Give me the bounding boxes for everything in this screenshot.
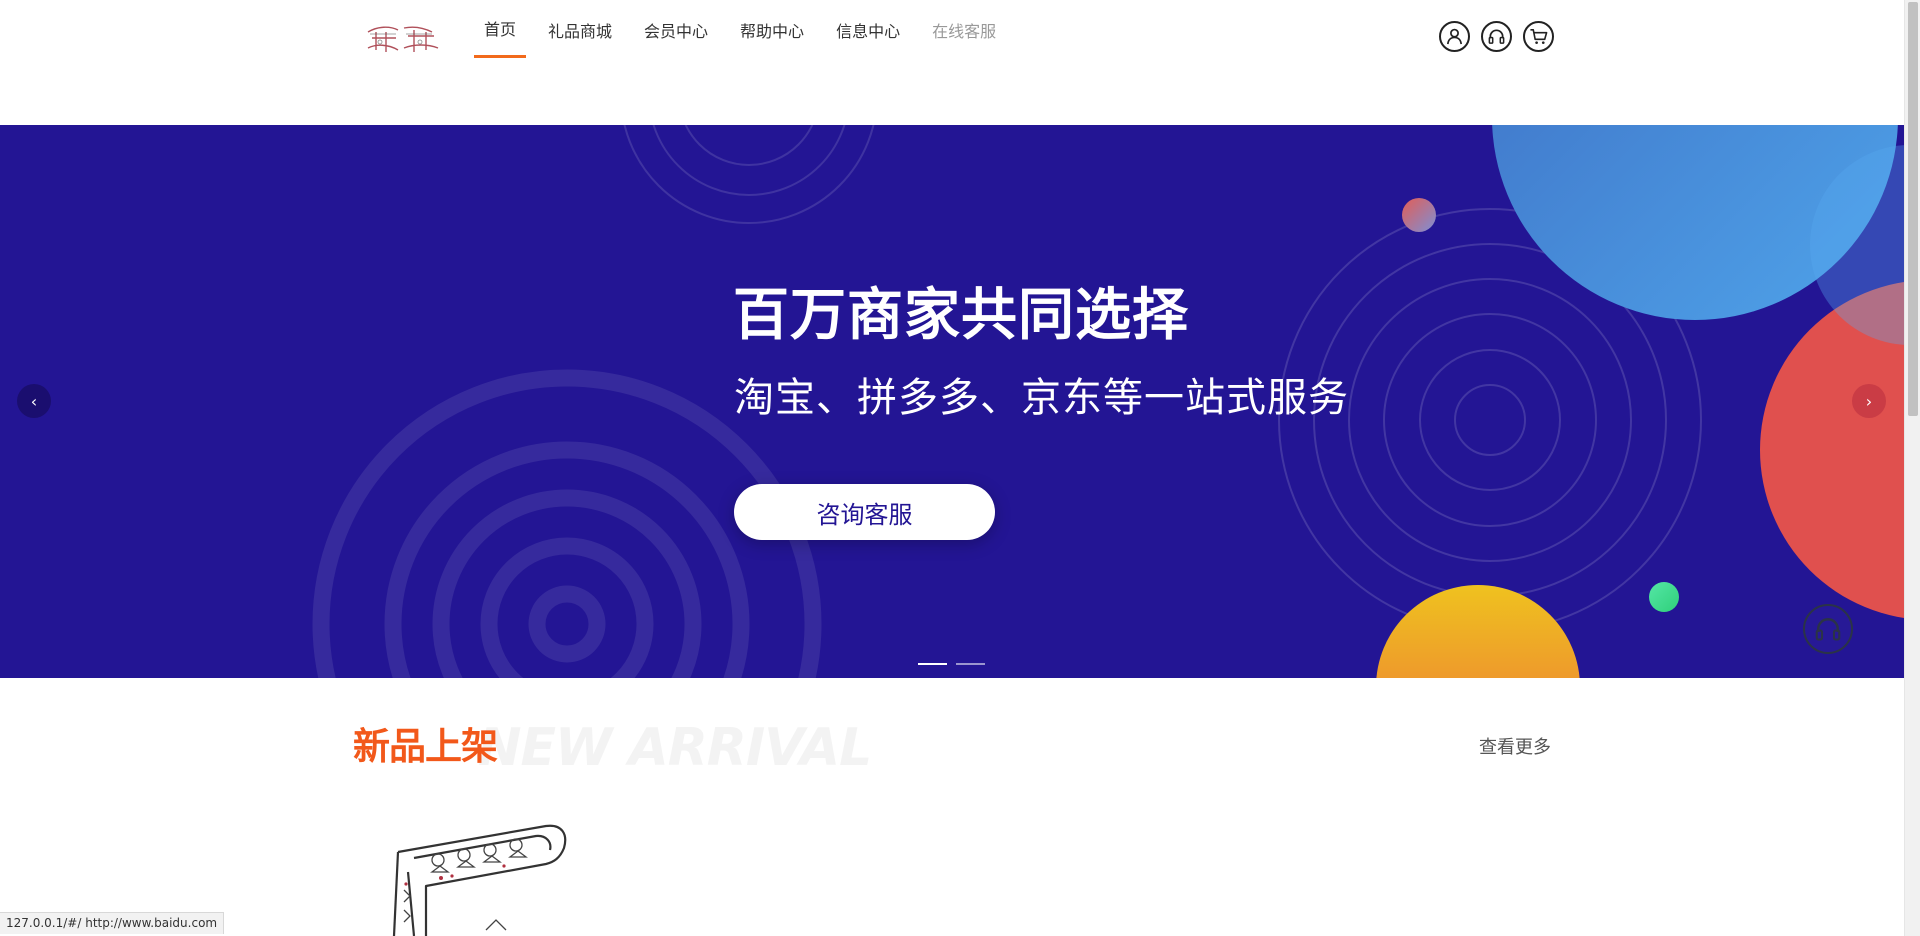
site-logo[interactable] <box>364 18 448 58</box>
carousel-next-button[interactable]: › <box>1852 384 1886 418</box>
section-title-en: NEW ARRIVAL <box>478 718 872 778</box>
nav-item-member-center[interactable]: 会员中心 <box>644 0 708 58</box>
banner-title: 百万商家共同选择 <box>733 283 1189 348</box>
nav-item-info-center[interactable]: 信息中心 <box>836 0 900 58</box>
user-icon[interactable] <box>1439 21 1470 52</box>
consult-service-button[interactable]: 咨询客服 <box>734 484 995 540</box>
page-scrollbar[interactable] <box>1904 0 1920 936</box>
status-bar-url: 127.0.0.1/#/ http://www.baidu.com <box>0 912 225 934</box>
chevron-left-icon: ‹ <box>30 391 38 411</box>
nav-item-home[interactable]: 首页 <box>474 0 527 58</box>
section-title: 新品上架 <box>353 725 498 768</box>
nav-item-gift-mall[interactable]: 礼品商城 <box>548 0 612 58</box>
header-icons <box>1439 21 1554 52</box>
chevron-right-icon: › <box>1865 391 1873 411</box>
headset-icon[interactable] <box>1481 21 1512 52</box>
scrollbar-thumb[interactable] <box>1908 2 1918 416</box>
active-underline <box>474 55 527 58</box>
nav-item-label: 帮助中心 <box>740 22 805 41</box>
nav-item-label: 礼品商城 <box>548 22 613 41</box>
banner-subtitle: 淘宝、拼多多、京东等一站式服务 <box>734 375 1349 421</box>
cart-icon[interactable] <box>1523 21 1554 52</box>
site-header: 首页 礼品商城 会员中心 帮助中心 信息中心 在线客服 <box>0 0 1904 125</box>
page-viewport: 首页 礼品商城 会员中心 帮助中心 信息中心 在线客服 百万商家共同选择 淘宝、… <box>0 0 1904 936</box>
headset-icon <box>1815 618 1841 641</box>
hero-banner: 百万商家共同选择 淘宝、拼多多、京东等一站式服务 咨询客服 ‹ › <box>0 125 1904 678</box>
carousel-prev-button[interactable]: ‹ <box>17 384 51 418</box>
product-image[interactable] <box>386 812 606 936</box>
nav-item-label: 信息中心 <box>836 22 901 41</box>
nav-item-label: 会员中心 <box>644 22 709 41</box>
carousel-indicators <box>918 663 985 665</box>
floating-service-button[interactable] <box>1803 604 1853 654</box>
see-more-link[interactable]: 查看更多 <box>1479 733 1551 759</box>
carousel-dot-1[interactable] <box>918 663 947 665</box>
nav-item-online-service[interactable]: 在线客服 <box>932 0 996 58</box>
carousel-dot-2[interactable] <box>956 663 985 665</box>
nav-item-help-center[interactable]: 帮助中心 <box>740 0 804 58</box>
nav-item-label: 在线客服 <box>932 22 997 41</box>
nav-item-label: 首页 <box>484 20 517 39</box>
main-nav: 首页 礼品商城 会员中心 帮助中心 信息中心 在线客服 <box>474 0 1028 58</box>
